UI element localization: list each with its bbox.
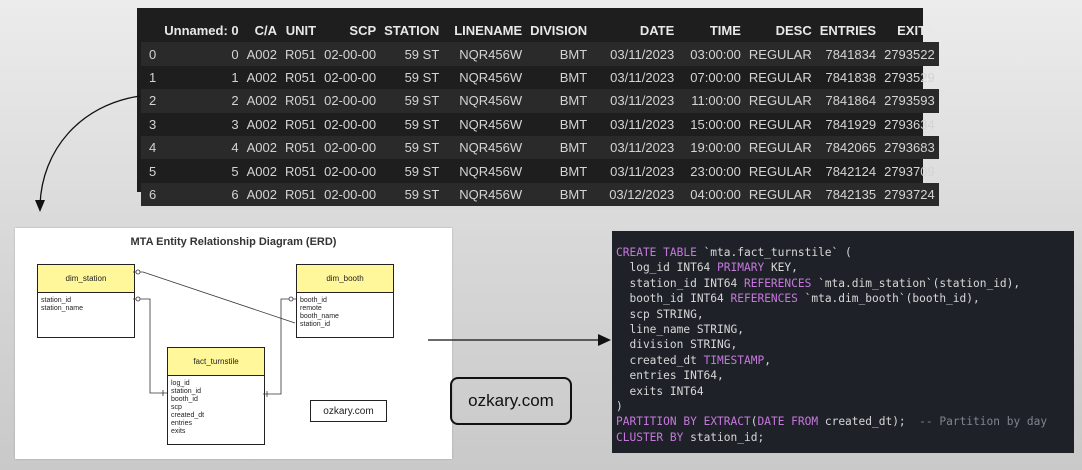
flow-arrows <box>35 95 611 346</box>
arrow-erd-to-sql-head <box>598 334 611 346</box>
arrow-df-to-erd-head <box>35 200 45 212</box>
arrow-df-to-erd <box>39 95 141 206</box>
